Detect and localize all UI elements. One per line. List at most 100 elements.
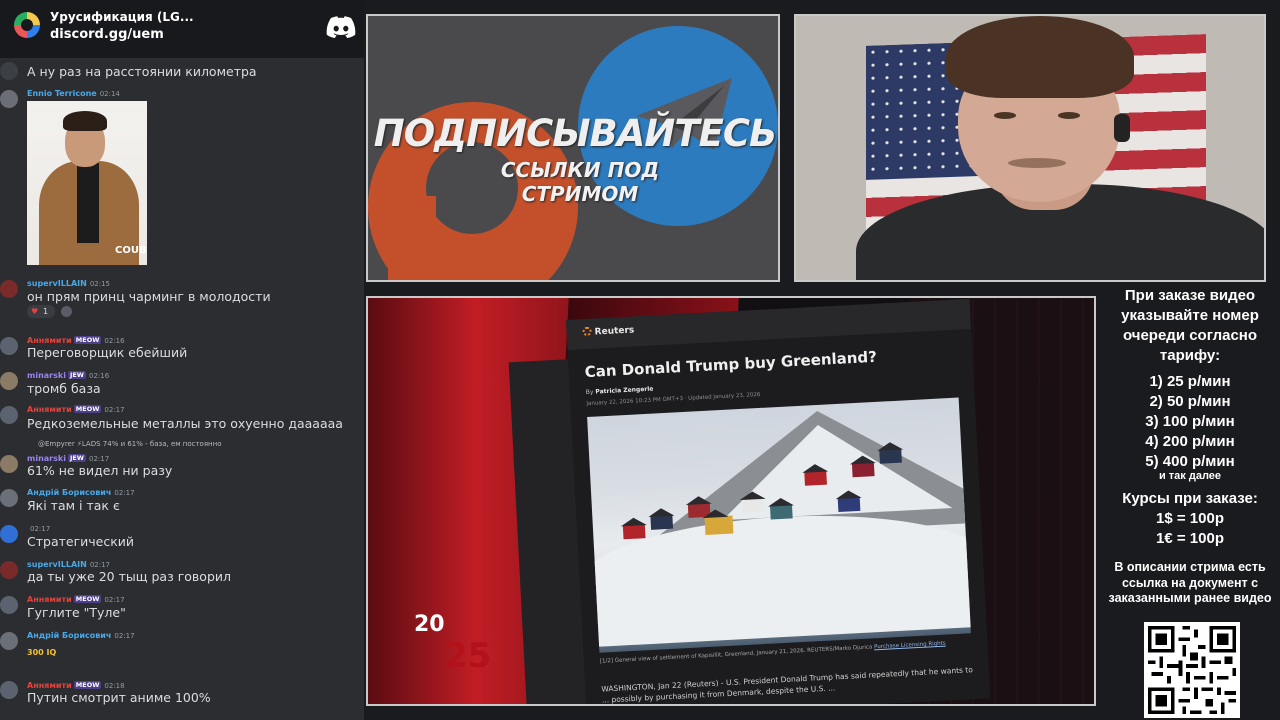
avatar: [0, 455, 18, 473]
message-time: 02:16: [104, 337, 125, 345]
role-badge: JEW: [67, 371, 86, 379]
message-author: Андрій Борисович 02:17: [27, 488, 135, 497]
discord-icon: [326, 16, 356, 38]
message-time: 02:14: [99, 90, 120, 98]
avatar: [0, 337, 18, 355]
server-invite[interactable]: discord.gg/uem: [50, 27, 164, 42]
stream-layout: Урусификация (LG... discord.gg/uem А ну …: [0, 0, 1280, 720]
message-author: Аннямити MEOW 02:17: [27, 405, 125, 414]
tariff-item: 5) 400 р/мин: [1145, 453, 1235, 470]
tariff-item: 3) 100 р/мин: [1145, 413, 1235, 430]
message-text: тромб база: [27, 381, 101, 396]
role-badge: JEW: [67, 454, 86, 462]
role-badge: MEOW: [73, 595, 102, 603]
avatar: [0, 632, 18, 650]
reuters-article: Reuters Can Donald Trump buy Greenland? …: [566, 298, 991, 705]
message-text: Редкоземельные металлы это охуенно даааа…: [27, 416, 343, 431]
heart-icon: ♥: [31, 307, 39, 316]
message-author: Аннямити MEOW 02:18: [27, 681, 125, 690]
photo-house: [837, 496, 861, 513]
author-name: minarski: [27, 371, 66, 380]
author-name: minarski: [27, 454, 66, 463]
avatar: [0, 596, 18, 614]
coub-label: COUB: [115, 245, 147, 256]
message-time: 02:17: [89, 561, 110, 569]
message-text: Гуглите "Туле": [27, 605, 126, 620]
message-text: А ну раз на расстоянии километра: [27, 64, 257, 79]
greenland-photo: [587, 397, 971, 653]
message-author: Аннямити MEOW 02:16: [27, 336, 125, 345]
avatar: [0, 525, 18, 543]
streamer-mustache: [1008, 158, 1066, 168]
message-time: 02:17: [114, 489, 135, 497]
role-badge: MEOW: [73, 681, 102, 689]
article-body: WASHINGTON, Jan 22 (Reuters) - U.S. Pres…: [601, 665, 974, 705]
reaction-count: 1: [43, 307, 49, 316]
message-image[interactable]: COUB: [27, 101, 147, 265]
reaction-pill[interactable]: ♥ 1: [27, 305, 55, 318]
author-name: supervILLAIN: [27, 560, 87, 569]
message-time: 02:16: [88, 372, 110, 380]
courses-heading: Курсы при заказе:: [1122, 490, 1258, 507]
tariff-item: 2) 50 р/мин: [1149, 393, 1231, 410]
avatar: [0, 90, 18, 108]
reply-preview[interactable]: @Empyrer ⚡LADS 74% и 61% - база, ем пост…: [38, 440, 221, 448]
avatar: [0, 681, 18, 699]
message-author: Аннямити MEOW 02:17: [27, 595, 125, 604]
article-headline: Can Donald Trump buy Greenland?: [584, 347, 878, 382]
streamer-hair: [946, 16, 1134, 98]
photo-house: [622, 524, 646, 540]
message-text: Стратегический: [27, 534, 135, 549]
headset-icon: [1114, 114, 1130, 142]
message-text: Путин смотрит аниме 100%: [27, 690, 211, 705]
video-player[interactable]: 20 25 Reuters Can Donald Trump buy Green…: [366, 296, 1096, 706]
avatar: [0, 62, 18, 80]
tariff-item: 4) 200 р/мин: [1145, 433, 1235, 450]
discord-chat-overlay: Урусификация (LG... discord.gg/uem А ну …: [0, 0, 364, 720]
chat-header: Урусификация (LG... discord.gg/uem: [0, 0, 364, 58]
message-text: да ты уже 20 тыщ раз говорил: [27, 569, 231, 584]
boosty-icon-stem: [388, 196, 436, 280]
avatar: [0, 372, 18, 390]
photo-house: [650, 514, 674, 530]
add-reaction-icon[interactable]: [61, 306, 72, 317]
role-badge: MEOW: [73, 405, 102, 413]
author-name: Андрій Борисович: [27, 488, 112, 497]
author-name: Андрій Борисович: [27, 631, 112, 640]
photo-house: [879, 448, 902, 464]
message-time: 02:17: [104, 406, 125, 414]
message-text: 61% не видел ни разу: [27, 463, 173, 478]
photo-house: [741, 497, 765, 514]
streamer-eye-right: [1058, 112, 1080, 119]
photo-house: [769, 504, 793, 520]
author-name: Аннямити: [27, 595, 72, 604]
message-time: 02:15: [89, 280, 110, 288]
message-text: 300 IQ: [27, 648, 57, 657]
tariff-list: 1) 25 р/мин 2) 50 р/мин 3) 100 р/мин 4) …: [1100, 372, 1280, 472]
message-time: 02:17: [88, 455, 110, 463]
source-name: Reuters: [594, 325, 635, 338]
message-author: minarski JEW 02:17: [27, 454, 109, 463]
message-author: 02:17: [27, 524, 50, 533]
streamer-eye-left: [994, 112, 1016, 119]
webcam-feed: [794, 14, 1266, 282]
message-author: supervILLAIN 02:15: [27, 279, 110, 288]
server-name: Урусификация (LG...: [50, 10, 194, 24]
photo-house: [804, 470, 827, 486]
licensing-link[interactable]: Purchase Licensing Rights: [874, 641, 946, 651]
message-author: Ennio Terricone 02:14: [27, 89, 120, 98]
message-text: он прям принц чарминг в молодости: [27, 289, 271, 304]
avatar: [0, 561, 18, 579]
promo-subtitle: ССЫЛКИ ПОД СТРИМОМ: [500, 158, 660, 206]
photo-house: [704, 515, 734, 535]
promo-banner: ПОДПИСЫВАЙТЕСЬ ССЫЛКИ ПОД СТРИМОМ: [366, 14, 780, 282]
message-time: 02:18: [104, 682, 125, 690]
byline-prefix: By: [585, 388, 594, 397]
description-note: В описании стрима есть ссылка на докумен…: [1108, 560, 1272, 605]
photo-house: [851, 462, 875, 478]
reuters-icon: [582, 326, 592, 337]
avatar: [0, 280, 18, 298]
tariff-item: 1) 25 р/мин: [1149, 373, 1231, 390]
author-name: Ennio Terricone: [27, 89, 97, 98]
course-usd: 1$ = 100р: [1156, 510, 1224, 527]
